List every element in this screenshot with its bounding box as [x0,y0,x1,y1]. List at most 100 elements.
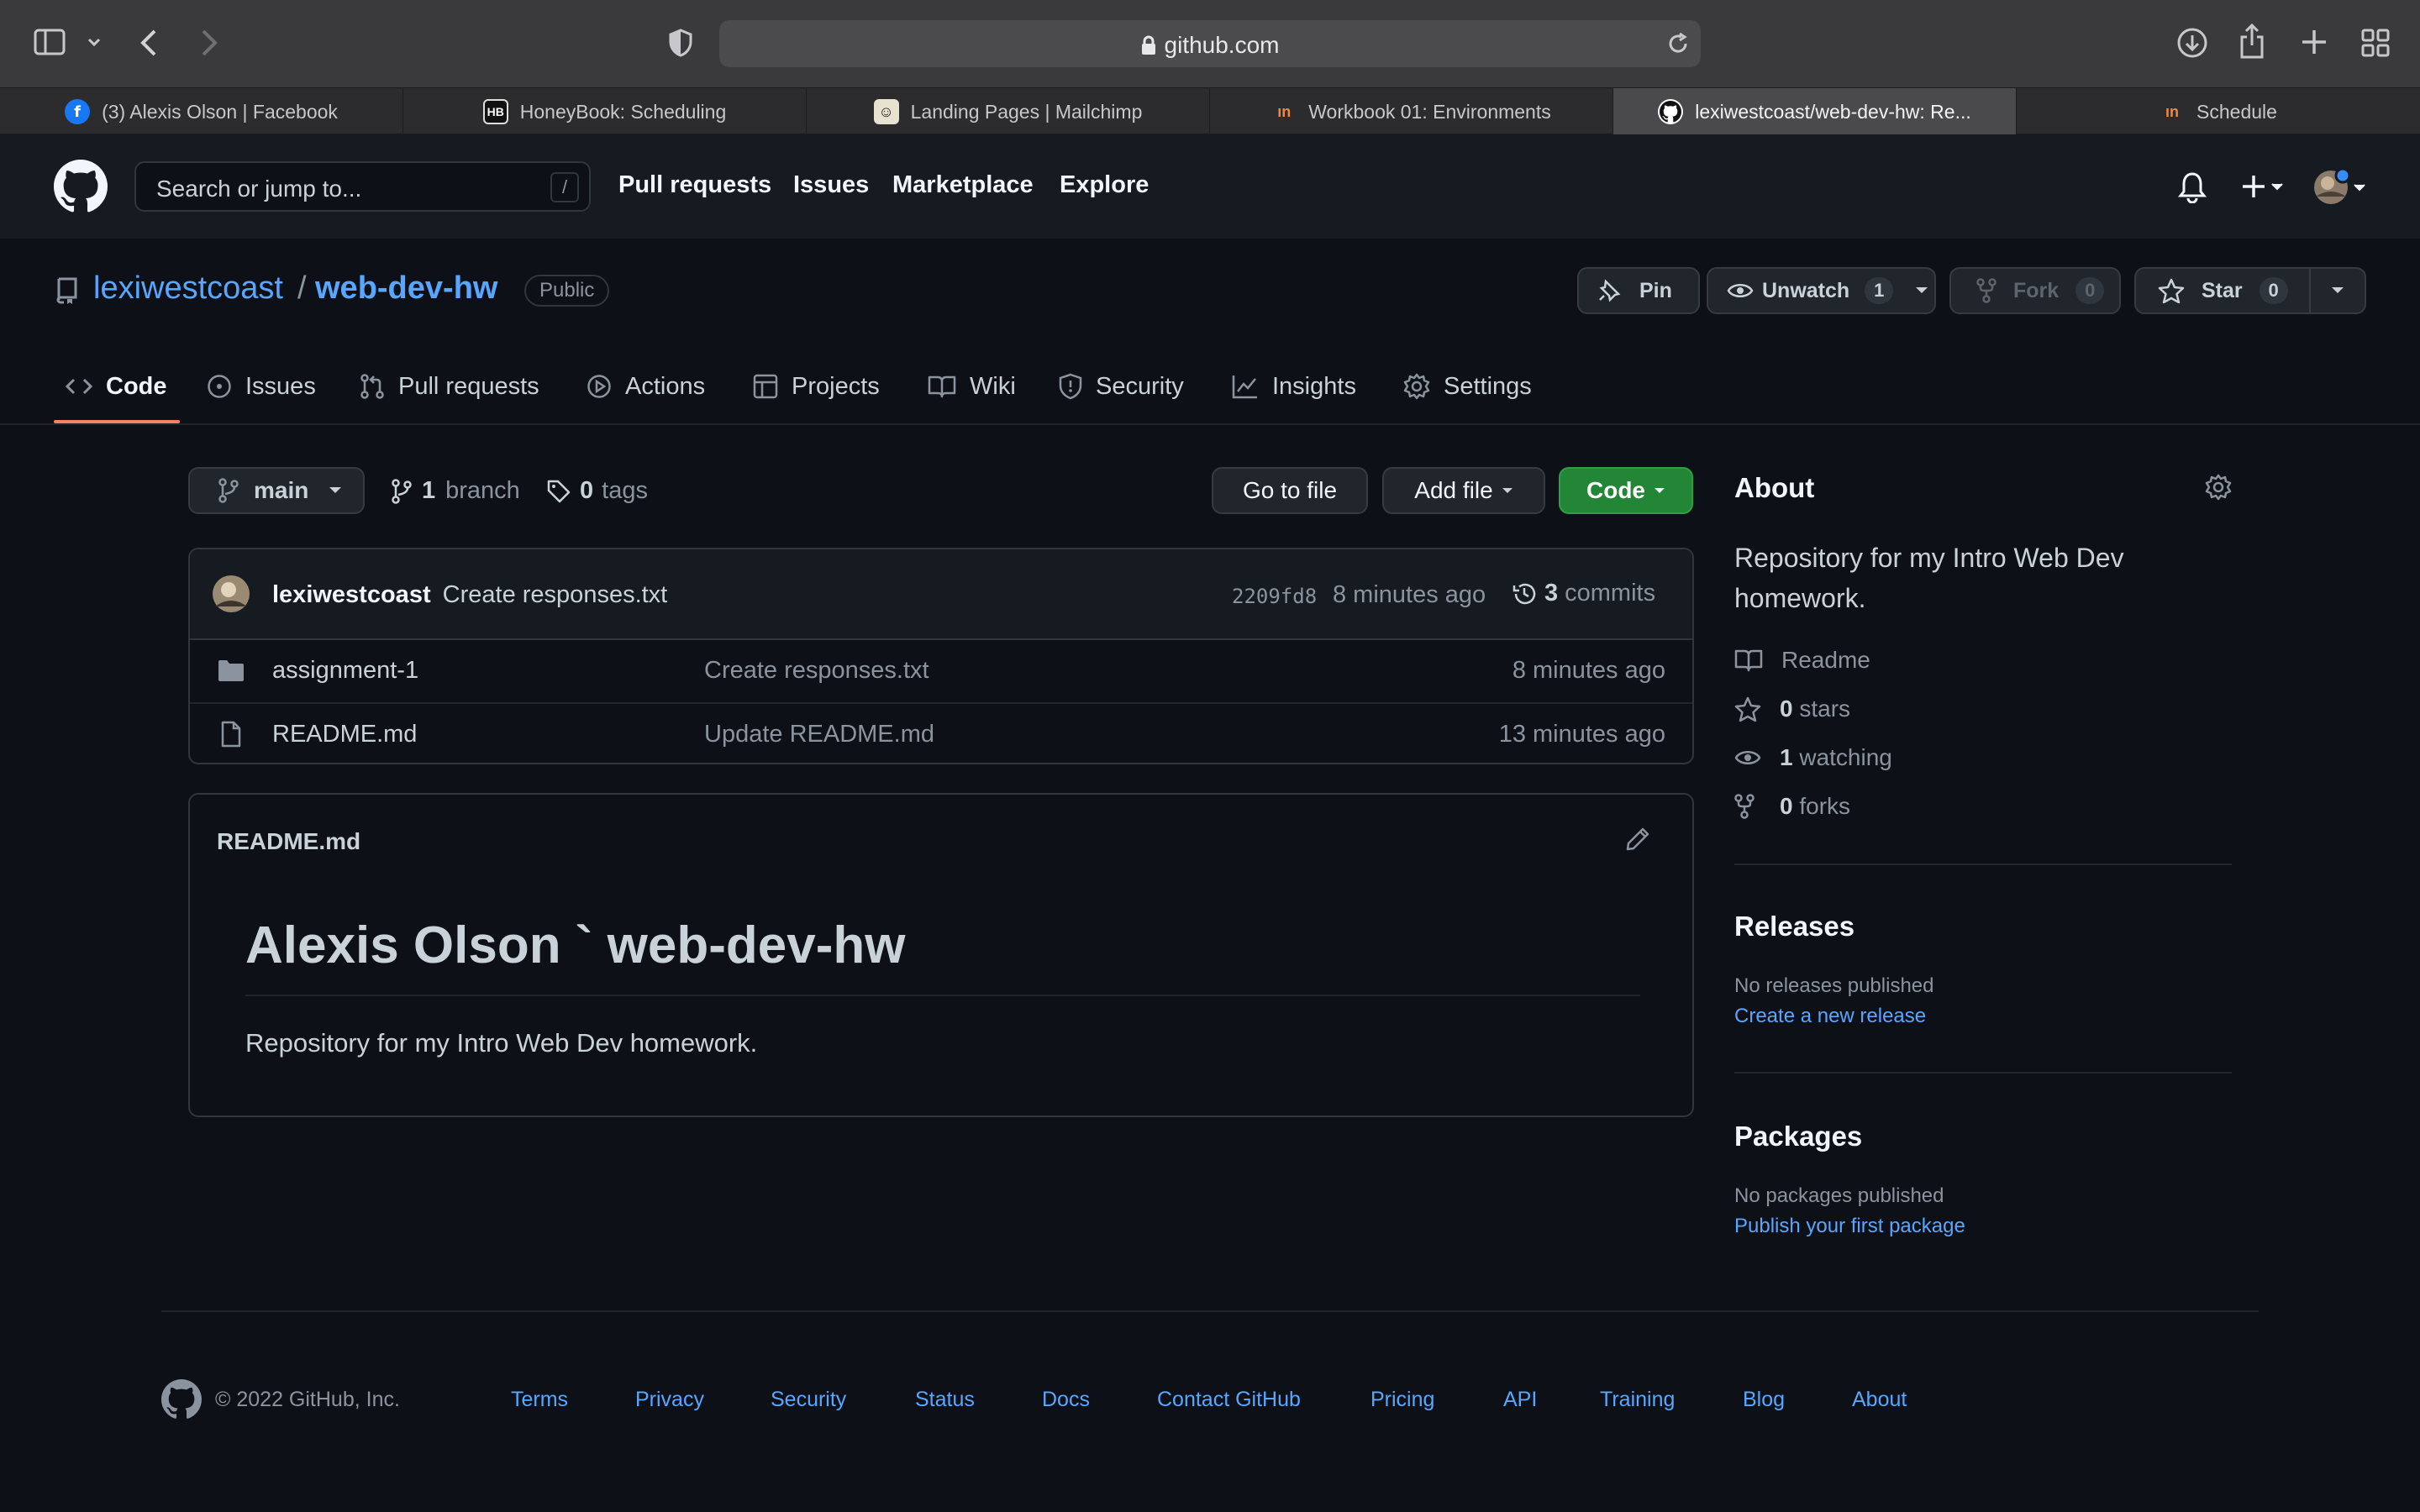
back-icon[interactable] [139,29,158,57]
footer-link-about[interactable]: About [1852,1388,1907,1412]
readme-link[interactable]: Readme [1734,643,1870,677]
star-count: 0 [2259,277,2288,304]
tab-security[interactable]: Security [1059,368,1184,405]
tab-projects[interactable]: Projects [753,368,880,405]
footer-link-terms[interactable]: Terms [511,1388,568,1412]
sidebar-toggle-icon[interactable] [34,29,66,55]
file-row[interactable]: README.md Update README.md 13 minutes ag… [190,702,1692,763]
fork-icon [1976,278,1996,303]
downloads-icon[interactable] [2176,27,2208,59]
footer-link-contact[interactable]: Contact GitHub [1157,1388,1301,1412]
create-release-link[interactable]: Create a new release [1734,1005,1926,1028]
tab-actions[interactable]: Actions [587,368,705,405]
releases-empty-text: No releases published [1734,974,1934,997]
avatar[interactable] [212,575,250,613]
file-commit-message-link[interactable]: Update README.md [704,721,934,748]
fork-button[interactable]: Fork 0 [1949,267,2121,314]
nav-marketplace[interactable]: Marketplace [892,171,1034,199]
footer-link-security[interactable]: Security [771,1388,846,1412]
footer-link-api[interactable]: API [1503,1388,1537,1412]
repo-name-link[interactable]: web-dev-hw [315,270,497,307]
watching-count: 1 [1780,744,1793,770]
chevron-down-icon[interactable] [87,37,101,47]
github-mark-icon[interactable] [161,1379,202,1420]
commit-count: 3 [1544,580,1559,606]
avatar[interactable] [2312,168,2371,207]
browser-tab-active[interactable]: lexiwestcoast/web-dev-hw: Re... [1613,88,2017,135]
divider [1734,1072,2232,1074]
footer-link-status[interactable]: Status [915,1388,975,1412]
search-input[interactable]: Search or jump to... / [134,161,591,212]
browser-tab[interactable]: ın Workbook 01: Environments [1210,88,1613,135]
publish-package-link[interactable]: Publish your first package [1734,1215,1965,1238]
branch-select-button[interactable]: main [188,467,365,514]
releases-heading[interactable]: Releases [1734,911,1854,942]
gear-icon[interactable] [2205,474,2232,501]
caret-down-icon [1502,487,1513,495]
file-name-link[interactable]: assignment-1 [272,657,418,685]
tab-insights[interactable]: Insights [1232,368,1356,405]
pencil-icon[interactable] [1625,827,1650,852]
footer-link-blog[interactable]: Blog [1743,1388,1785,1412]
tab-label: Insights [1272,372,1356,400]
unwatch-button[interactable]: Unwatch 1 [1707,267,1936,314]
reload-icon[interactable] [1667,33,1689,55]
readme-panel: README.md Alexis Olson ` web-dev-hw Repo… [188,793,1694,1117]
stars-label: stars [1799,696,1851,722]
forward-icon[interactable] [200,29,218,57]
commit-message-link[interactable]: Create responses.txt [443,581,668,608]
tab-issues[interactable]: Issues [207,368,316,405]
github-logo-icon[interactable] [54,160,108,213]
file-name-link[interactable]: README.md [272,721,417,748]
add-file-button[interactable]: Add file [1382,467,1545,514]
browser-tab[interactable]: ☺ Landing Pages | Mailchimp [807,88,1210,135]
footer-link-docs[interactable]: Docs [1042,1388,1090,1412]
go-to-file-label: Go to file [1242,477,1338,503]
nav-issues[interactable]: Issues [793,171,869,199]
tab-overview-icon[interactable] [2361,29,2390,57]
bell-icon[interactable] [2178,171,2207,203]
forks-link[interactable]: 0 forks [1734,790,1850,823]
star-button[interactable]: Star 0 [2134,267,2311,314]
commit-author-link[interactable]: lexiwestcoast [272,581,431,608]
new-tab-icon[interactable] [2301,29,2328,55]
code-dropdown-button[interactable]: Code [1559,467,1693,514]
tab-wiki[interactable]: Wiki [928,368,1016,405]
tab-code[interactable]: Code [66,368,167,405]
browser-tab[interactable]: f (3) Alexis Olson | Facebook [0,88,403,135]
file-row[interactable]: assignment-1 Create responses.txt 8 minu… [190,640,1692,702]
file-commit-message-link[interactable]: Create responses.txt [704,657,929,685]
graph-icon [1232,374,1259,399]
share-icon[interactable] [2238,24,2265,59]
description-line: Repository for my Intro Web Dev [1734,543,2124,573]
readme-filename: README.md [217,828,361,854]
create-new-plus-icon[interactable] [2242,173,2289,200]
divider [0,423,2420,425]
tab-settings[interactable]: Settings [1403,368,1532,405]
branches-link[interactable]: 1 branch [392,477,520,505]
footer-link-pricing[interactable]: Pricing [1370,1388,1434,1412]
footer-link-training[interactable]: Training [1600,1388,1675,1412]
commit-sha-link[interactable]: 2209fd8 [1232,585,1317,608]
star-list-dropdown[interactable] [2309,267,2366,314]
privacy-shield-icon[interactable] [669,29,692,57]
browser-tab[interactable]: HB HoneyBook: Scheduling [403,88,807,135]
readme-heading: Alexis Olson ` web-dev-hw [245,916,906,974]
commits-link[interactable]: 3 commits [1511,580,1655,607]
packages-heading[interactable]: Packages [1734,1121,1862,1152]
footer-link-privacy[interactable]: Privacy [635,1388,704,1412]
nav-pull-requests[interactable]: Pull requests [618,171,771,199]
repo-owner-link[interactable]: lexiwestcoast [93,270,283,307]
watching-link[interactable]: 1 watching [1734,741,1892,774]
go-to-file-button[interactable]: Go to file [1212,467,1368,514]
history-icon [1511,580,1538,607]
gear-icon [1403,373,1430,400]
mailchimp-icon: ☺ [873,99,899,124]
tags-link[interactable]: 0 tags [546,477,648,505]
tab-pull-requests[interactable]: Pull requests [360,368,539,405]
browser-tab[interactable]: ın Schedule [2017,88,2420,135]
address-bar[interactable]: github.com [719,20,1701,67]
nav-explore[interactable]: Explore [1060,171,1149,199]
stars-link[interactable]: 0 stars [1734,692,1850,726]
pin-button[interactable]: Pin [1577,267,1700,314]
